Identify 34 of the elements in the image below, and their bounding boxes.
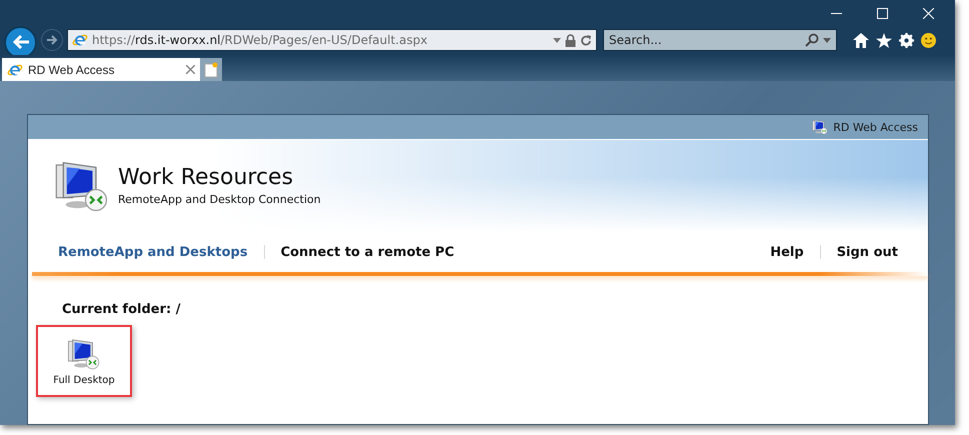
forward-button[interactable] bbox=[41, 29, 63, 51]
page-title: Work Resources bbox=[118, 166, 294, 190]
left-arrow-icon bbox=[12, 34, 30, 50]
nav-link[interactable]: Help bbox=[770, 244, 804, 260]
search-icon[interactable] bbox=[805, 33, 819, 47]
computer-icon bbox=[812, 119, 828, 135]
top-bar-label: RD Web Access bbox=[833, 120, 918, 134]
star-icon[interactable] bbox=[876, 32, 892, 48]
new-tab-icon bbox=[204, 62, 218, 78]
home-icon[interactable] bbox=[853, 32, 869, 48]
search-field[interactable]: Search... bbox=[603, 29, 837, 51]
minimize-icon bbox=[830, 12, 842, 14]
page-subtitle: RemoteApp and Desktop Connection bbox=[118, 193, 321, 206]
maximize-icon bbox=[876, 8, 888, 18]
desktop-tile[interactable]: Full Desktop bbox=[36, 325, 132, 397]
close-icon[interactable] bbox=[186, 65, 195, 74]
smiley-icon[interactable] bbox=[921, 32, 936, 48]
nav-link[interactable]: RemoteApp and Desktops bbox=[58, 244, 248, 260]
browser-tab[interactable]: RD Web Access bbox=[2, 58, 200, 81]
right-arrow-icon bbox=[46, 34, 58, 46]
folder-label: Current folder: / bbox=[62, 302, 182, 317]
lock-icon[interactable] bbox=[565, 34, 576, 46]
nav-link[interactable]: Connect to a remote PC bbox=[280, 244, 454, 260]
address-field[interactable]: https://rds.it-worxx.nl/RDWeb/Pages/en-US/Default.aspx bbox=[67, 29, 597, 51]
computer-icon bbox=[67, 336, 101, 370]
nav-link[interactable]: Sign out bbox=[836, 244, 898, 260]
new-tab-button[interactable] bbox=[200, 58, 222, 81]
dropdown-icon[interactable] bbox=[553, 38, 561, 42]
close-icon bbox=[922, 8, 934, 18]
e-logo-icon bbox=[72, 32, 88, 48]
settings-icon[interactable] bbox=[899, 32, 914, 48]
e-logo-icon bbox=[7, 62, 23, 78]
refresh-icon[interactable] bbox=[580, 34, 592, 46]
dropdown-icon[interactable] bbox=[823, 38, 831, 42]
